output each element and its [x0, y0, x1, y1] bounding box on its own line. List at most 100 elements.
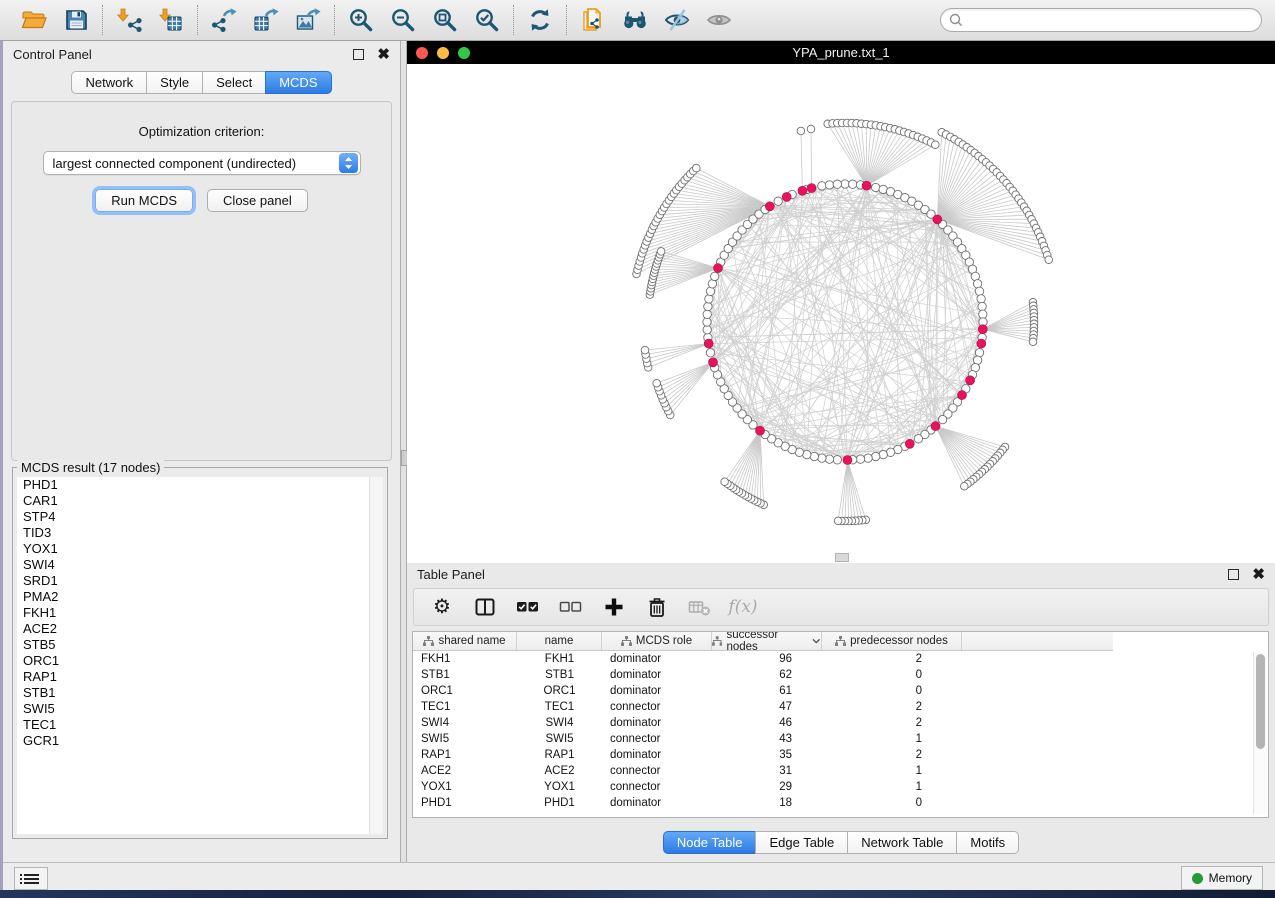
table-cell: dominator — [602, 797, 712, 809]
column-header-successor-nodes[interactable]: successor nodes — [712, 632, 822, 650]
tab-edge-table[interactable]: Edge Table — [755, 831, 848, 854]
settings-gear-icon[interactable]: ⚙ — [430, 595, 454, 619]
table-row[interactable]: FKH1FKH1dominator962 — [413, 651, 1268, 667]
toolbar-group — [335, 6, 513, 34]
close-panel-icon[interactable]: ✖ — [377, 50, 390, 59]
clone-network-icon[interactable] — [579, 6, 607, 34]
table-row[interactable]: SWI4SWI4dominator462 — [413, 715, 1268, 731]
table-row[interactable]: YOX1YOX1connector291 — [413, 779, 1268, 795]
table-cell: 61 — [712, 685, 822, 697]
zoom-out-icon[interactable] — [389, 6, 417, 34]
table-row[interactable]: SWI5SWI5connector431 — [413, 731, 1268, 747]
list-item[interactable]: STP4 — [17, 509, 383, 525]
table-row[interactable]: ORC1ORC1dominator610 — [413, 683, 1268, 699]
float-table-panel-icon[interactable] — [1228, 569, 1239, 580]
main-toolbar — [0, 0, 1275, 41]
list-item[interactable]: PMA2 — [17, 589, 383, 605]
vertical-splitter[interactable] — [400, 41, 407, 862]
table-cell: SWI4 — [517, 717, 602, 729]
table-row[interactable]: RAP1RAP1dominator352 — [413, 747, 1268, 763]
table-cell: 35 — [712, 749, 822, 761]
list-item[interactable]: STB1 — [17, 685, 383, 701]
task-history-button[interactable] — [14, 867, 48, 890]
list-item[interactable]: FKH1 — [17, 605, 383, 621]
delete-column-icon[interactable] — [645, 595, 669, 619]
refresh-icon[interactable] — [526, 6, 554, 34]
mcds-tab-content: Optimization criterion: largest connecte… — [11, 101, 392, 461]
tab-mcds[interactable]: MCDS — [265, 71, 331, 94]
tab-network-table[interactable]: Network Table — [847, 831, 957, 854]
zoom-fit-icon[interactable] — [431, 6, 459, 34]
list-item[interactable]: YOX1 — [17, 541, 383, 557]
column-header-name[interactable]: name — [517, 632, 602, 650]
table-row[interactable]: TEC1TEC1connector472 — [413, 699, 1268, 715]
column-header-shared-name[interactable]: shared name — [413, 632, 517, 650]
criterion-dropdown[interactable]: largest connected component (undirected) — [43, 151, 361, 175]
show-all-icon — [705, 6, 733, 34]
deselect-all-icon[interactable] — [559, 595, 583, 619]
table-cell: SWI5 — [413, 733, 517, 745]
export-network-icon[interactable] — [210, 6, 238, 34]
table-scrollbar-thumb[interactable] — [1256, 654, 1265, 749]
list-scrollbar[interactable] — [369, 477, 383, 834]
show-columns-icon[interactable] — [473, 595, 497, 619]
list-item[interactable]: GCR1 — [17, 733, 383, 749]
hide-selected-icon[interactable] — [663, 6, 691, 34]
table-cell: dominator — [602, 685, 712, 697]
node-table: shared namenameMCDS rolesuccessor nodesp… — [412, 631, 1269, 818]
table-cell: ORC1 — [413, 685, 517, 697]
search-box[interactable] — [940, 8, 1262, 32]
search-input[interactable] — [964, 10, 1261, 30]
tab-motifs[interactable]: Motifs — [956, 831, 1019, 854]
import-table-icon[interactable] — [157, 6, 185, 34]
table-cell: RAP1 — [517, 749, 602, 761]
list-item[interactable]: TID3 — [17, 525, 383, 541]
float-panel-icon[interactable] — [353, 49, 364, 60]
import-network-icon[interactable] — [115, 6, 143, 34]
open-file-icon[interactable] — [20, 6, 48, 34]
network-canvas[interactable] — [407, 64, 1275, 563]
list-item[interactable]: TEC1 — [17, 717, 383, 733]
tab-style[interactable]: Style — [146, 71, 203, 94]
list-item[interactable]: RAP1 — [17, 669, 383, 685]
list-item[interactable]: ORC1 — [17, 653, 383, 669]
list-item[interactable]: SWI4 — [17, 557, 383, 573]
list-item[interactable]: ACE2 — [17, 621, 383, 637]
table-cell: dominator — [602, 717, 712, 729]
close-table-panel-icon[interactable]: ✖ — [1252, 570, 1265, 579]
add-column-icon[interactable] — [602, 595, 626, 619]
column-header-predecessor-nodes[interactable]: predecessor nodes — [822, 632, 962, 650]
zoom-selected-icon[interactable] — [473, 6, 501, 34]
export-image-icon[interactable] — [294, 6, 322, 34]
zoom-in-icon[interactable] — [347, 6, 375, 34]
save-session-icon[interactable] — [62, 6, 90, 34]
export-table-icon[interactable] — [252, 6, 280, 34]
control-panel-title: Control Panel — [13, 47, 92, 62]
table-panel: Table Panel ✖ ⚙f(x) shared namenameMCDS … — [407, 563, 1275, 862]
list-item[interactable]: PHD1 — [17, 477, 383, 493]
memory-button[interactable]: Memory — [1181, 866, 1263, 890]
table-row[interactable]: STB1STB1dominator620 — [413, 667, 1268, 683]
column-header-empty — [962, 632, 1113, 650]
select-all-icon[interactable] — [516, 595, 540, 619]
table-scrollbar[interactable] — [1253, 652, 1267, 814]
close-panel-button[interactable]: Close panel — [207, 189, 308, 212]
list-item[interactable]: STB5 — [17, 637, 383, 653]
network-title-bar: YPA_prune.txt_1 — [407, 41, 1275, 64]
tab-node-table[interactable]: Node Table — [663, 831, 757, 854]
table-cell: 2 — [822, 749, 962, 761]
find-icon[interactable] — [621, 6, 649, 34]
list-item[interactable]: CAR1 — [17, 493, 383, 509]
mcds-result-list[interactable]: PHD1CAR1STP4TID3YOX1SWI4SRD1PMA2FKH1ACE2… — [17, 477, 383, 834]
horizontal-splitter-handle[interactable] — [835, 553, 849, 562]
list-item[interactable]: SWI5 — [17, 701, 383, 717]
table-panel-header: Table Panel ✖ — [407, 563, 1275, 585]
list-item[interactable]: SRD1 — [17, 573, 383, 589]
tab-network[interactable]: Network — [71, 71, 147, 94]
run-mcds-button[interactable]: Run MCDS — [95, 189, 193, 212]
table-row[interactable]: PHD1PHD1dominator180 — [413, 795, 1268, 811]
tab-select[interactable]: Select — [202, 71, 266, 94]
column-header-MCDS-role[interactable]: MCDS role — [602, 632, 712, 650]
table-row[interactable]: ACE2ACE2connector311 — [413, 763, 1268, 779]
memory-label: Memory — [1209, 871, 1252, 885]
